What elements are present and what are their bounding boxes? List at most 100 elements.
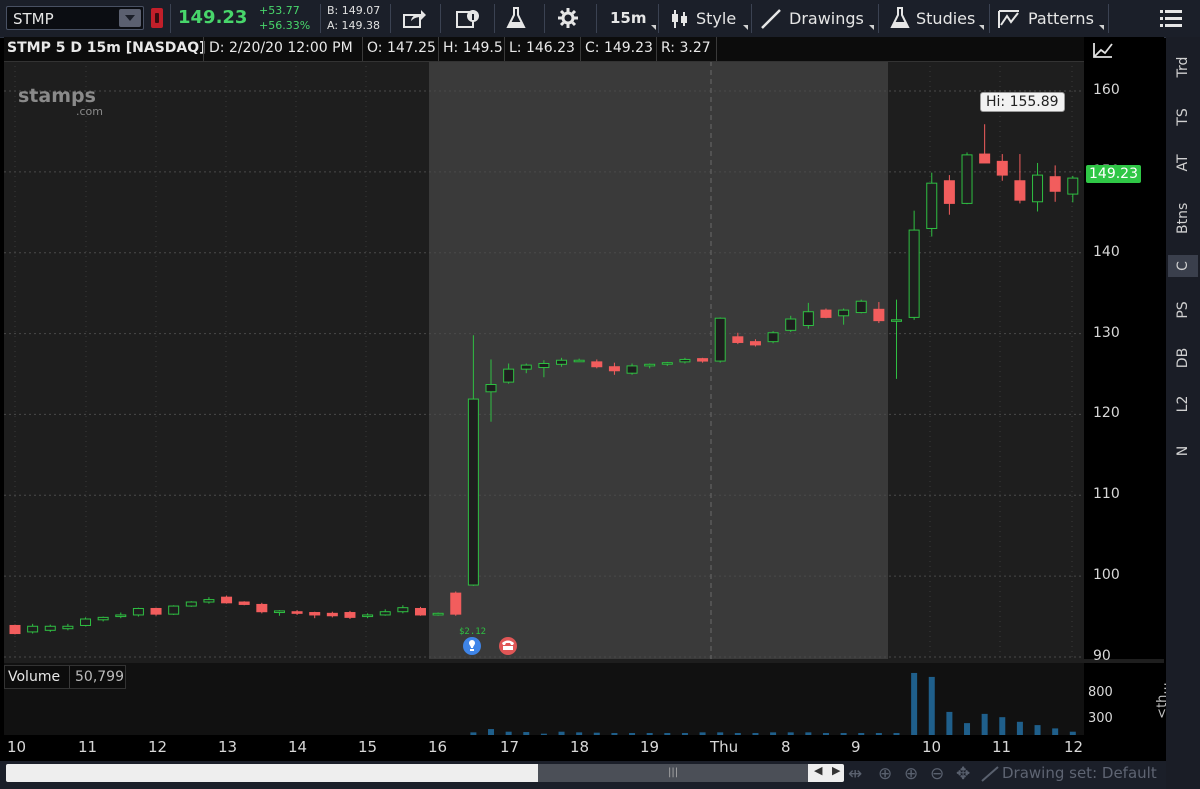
- candle[interactable]: [1067, 175, 1079, 203]
- sidebar-tab-at[interactable]: AT: [1168, 149, 1198, 177]
- candle[interactable]: [820, 308, 832, 319]
- company-profile-button[interactable]: [456, 0, 482, 37]
- candle[interactable]: [9, 624, 21, 635]
- time-tick: 17: [500, 738, 520, 756]
- candle[interactable]: [908, 210, 920, 320]
- candle[interactable]: [326, 611, 338, 618]
- volume-panel[interactable]: [4, 663, 1084, 735]
- candle[interactable]: [185, 601, 197, 607]
- drawing-line-icon[interactable]: [980, 765, 1000, 783]
- menu-button[interactable]: [1160, 0, 1184, 37]
- candle[interactable]: [256, 602, 268, 614]
- candle[interactable]: [362, 613, 374, 619]
- candle[interactable]: [432, 612, 444, 616]
- candle[interactable]: [767, 331, 779, 344]
- candle-body: [467, 398, 479, 586]
- candle[interactable]: [344, 610, 356, 619]
- price-tick: 120: [1093, 405, 1120, 422]
- scrollbar-thumb[interactable]: |||: [538, 764, 808, 782]
- candle[interactable]: [221, 595, 233, 604]
- candle-body: [573, 359, 585, 363]
- candle-body: [97, 616, 109, 621]
- volume-tick: 800: [1088, 685, 1113, 700]
- sidebar-tab-btns[interactable]: Btns: [1168, 199, 1198, 239]
- price-chart[interactable]: $2.12: [4, 37, 1084, 659]
- pan-icon[interactable]: ✥: [956, 764, 970, 784]
- candle[interactable]: [891, 299, 902, 379]
- candle-body: [697, 358, 709, 362]
- candle[interactable]: [97, 616, 109, 622]
- sidebar-tab-ts[interactable]: TS: [1168, 103, 1198, 131]
- candle[interactable]: [979, 124, 991, 164]
- top-toolbar: STMP 149.23 +53.77 +56.33% B: 149.07 A: …: [0, 0, 1200, 38]
- candle[interactable]: [379, 609, 391, 616]
- drawing-set-label[interactable]: Drawing set: Default: [1002, 764, 1157, 782]
- net-change: +53.77: [259, 4, 300, 17]
- conference-call-marker[interactable]: [499, 637, 517, 655]
- candle[interactable]: [115, 612, 127, 619]
- candle-body: [1049, 176, 1061, 192]
- patterns-button[interactable]: Patterns: [998, 0, 1104, 37]
- candle[interactable]: [62, 623, 74, 631]
- candle[interactable]: [1014, 154, 1026, 204]
- link-lock-icon[interactable]: [151, 8, 163, 28]
- crosshair-icon[interactable]: ⊕: [878, 764, 892, 784]
- candle[interactable]: [714, 317, 726, 363]
- candle[interactable]: [1032, 162, 1044, 212]
- candle[interactable]: [414, 606, 426, 616]
- collapse-study-toggle[interactable]: <th...: [1155, 682, 1170, 719]
- zoom-out-icon[interactable]: ⊖: [930, 764, 944, 784]
- candle-body: [873, 308, 885, 322]
- volume-chart[interactable]: [4, 663, 1084, 735]
- candle[interactable]: [203, 597, 215, 604]
- sidebar-tab-trd[interactable]: Trd: [1168, 53, 1198, 81]
- studies-button[interactable]: Studies: [888, 0, 984, 37]
- candle[interactable]: [291, 610, 303, 615]
- candle[interactable]: [44, 624, 56, 632]
- settings-button[interactable]: [558, 0, 580, 37]
- scroll-left-icon[interactable]: ◀: [814, 764, 822, 777]
- candle[interactable]: [80, 617, 92, 627]
- candle[interactable]: [238, 601, 250, 606]
- sidebar-tab-l2[interactable]: L2: [1168, 390, 1198, 418]
- candle[interactable]: [27, 623, 39, 634]
- candle[interactable]: [397, 605, 409, 614]
- sidebar-tab-ps[interactable]: PS: [1168, 296, 1198, 324]
- sidebar-tab-n[interactable]: N: [1168, 440, 1198, 462]
- studies-lab-button[interactable]: [506, 0, 528, 37]
- chart-panel[interactable]: $2.12 stamps .com Hi: 155.89: [4, 37, 1164, 735]
- sidebar-tab-c[interactable]: C: [1168, 255, 1198, 277]
- share-button[interactable]: [403, 0, 429, 37]
- chart-title: STMP 5 D 15m [NASDAQ]: [7, 40, 206, 56]
- chevron-down-icon[interactable]: [119, 9, 141, 27]
- candle-body: [679, 358, 691, 363]
- candle[interactable]: [168, 605, 180, 615]
- candle[interactable]: [1049, 165, 1061, 202]
- candle[interactable]: [996, 154, 1008, 181]
- auto-scale-icon[interactable]: [1092, 40, 1114, 60]
- toolbar-separator: [440, 4, 441, 33]
- candle[interactable]: [150, 607, 162, 616]
- expand-horizontal-icon[interactable]: ⇹: [848, 764, 862, 784]
- symbol-selector[interactable]: STMP: [6, 6, 144, 30]
- timeframe-button[interactable]: 15m: [610, 0, 656, 37]
- candle[interactable]: [132, 607, 144, 617]
- candle-body: [785, 318, 797, 331]
- candle-body: [838, 309, 850, 317]
- volume-bar: [981, 713, 988, 735]
- zoom-in-icon[interactable]: ⊕: [904, 764, 918, 784]
- volume-bar: [999, 717, 1006, 735]
- sidebar-tab-db[interactable]: DB: [1168, 344, 1198, 372]
- price-scale[interactable]: [1084, 37, 1164, 659]
- candle[interactable]: [926, 172, 938, 237]
- candle[interactable]: [273, 610, 285, 616]
- candle[interactable]: [309, 611, 321, 619]
- drawings-button[interactable]: Drawings: [760, 0, 874, 37]
- candle[interactable]: [961, 152, 973, 205]
- scroll-right-icon[interactable]: ▶: [832, 764, 840, 777]
- candle[interactable]: [943, 175, 955, 215]
- price-tick: 110: [1093, 486, 1120, 503]
- candle[interactable]: [855, 299, 867, 314]
- candle[interactable]: [450, 591, 462, 616]
- style-button[interactable]: Style: [668, 0, 748, 37]
